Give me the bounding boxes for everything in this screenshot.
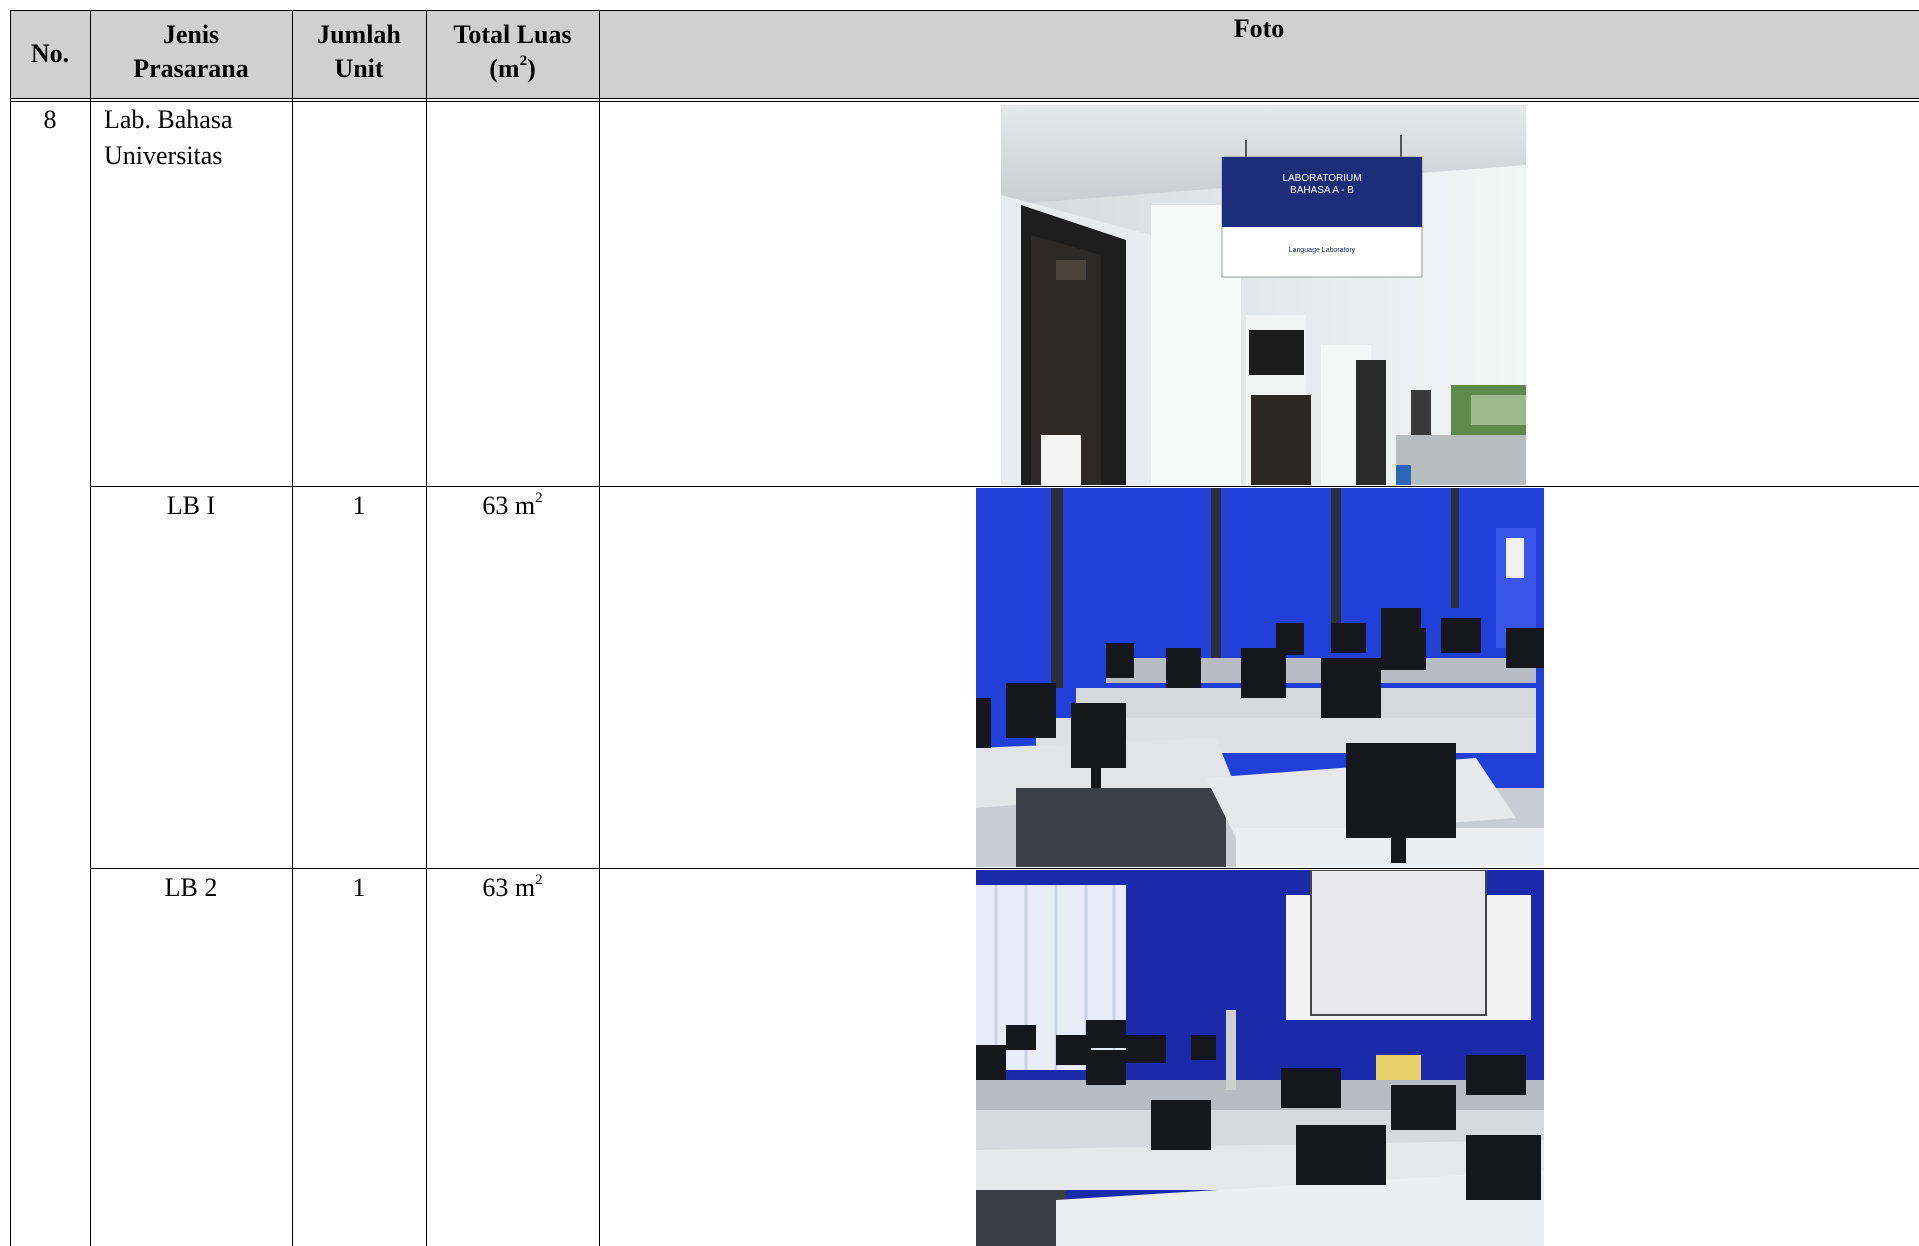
col-divider-luas	[599, 10, 600, 1246]
header-luas-line1: Total Luas	[453, 20, 572, 49]
corridor-photo-svg	[1001, 105, 1526, 485]
computer-lab-projector-photo	[976, 870, 1544, 1246]
row-divider-2	[90, 868, 1919, 869]
header-jenis-line1: Jenis	[162, 20, 220, 49]
row-total-luas: 63 m2	[482, 872, 543, 902]
header-bottom-border-double	[10, 101, 1919, 102]
col-divider-jenis	[292, 10, 293, 1246]
header-jenis-prasarana: Jenis Prasarana	[90, 18, 292, 86]
header-jenis-line2: Prasarana	[133, 54, 249, 83]
header-total-luas: Total Luas (m2)	[426, 18, 599, 86]
sign-line1: LABORATORIUM	[1282, 173, 1362, 184]
computer-lab-photo	[976, 488, 1544, 867]
col-divider-no	[90, 10, 91, 1246]
row-jenis-line2: Universitas	[104, 141, 223, 170]
lab-photo-svg	[976, 488, 1544, 867]
table-top-border	[10, 10, 1919, 11]
building-corridor-photo: LABORATORIUM BAHASA A - B Language Labor…	[1001, 105, 1526, 485]
lab-projector-photo-svg	[976, 870, 1544, 1246]
header-jumlah-line1: Jumlah	[317, 20, 401, 49]
sign-title: LABORATORIUM BAHASA A - B	[1222, 173, 1422, 197]
row-jenis: LB I	[166, 491, 216, 520]
row-jumlah: 1	[352, 491, 366, 520]
row-total-luas: 63 m2	[482, 490, 543, 520]
row-jumlah: 1	[352, 873, 366, 902]
header-no: No.	[30, 39, 70, 68]
col-divider-jumlah	[426, 10, 427, 1246]
row-jenis-line1: Lab. Bahasa	[104, 105, 233, 134]
sign-line2: BAHASA A - B	[1290, 185, 1354, 196]
table-left-border	[10, 10, 11, 1246]
header-foto: Foto	[1233, 14, 1285, 43]
row-divider-1	[90, 486, 1919, 487]
header-luas-line2: (m2)	[489, 53, 536, 83]
row-jenis: Lab. Bahasa Universitas	[104, 102, 292, 174]
sign-subtitle: Language Laboratory	[1288, 247, 1356, 254]
header-jumlah-unit: Jumlah Unit	[292, 18, 426, 86]
header-bottom-border	[10, 98, 1919, 99]
header-jumlah-line2: Unit	[334, 54, 384, 83]
row-jenis: LB 2	[164, 873, 218, 902]
row-no: 8	[43, 105, 57, 134]
